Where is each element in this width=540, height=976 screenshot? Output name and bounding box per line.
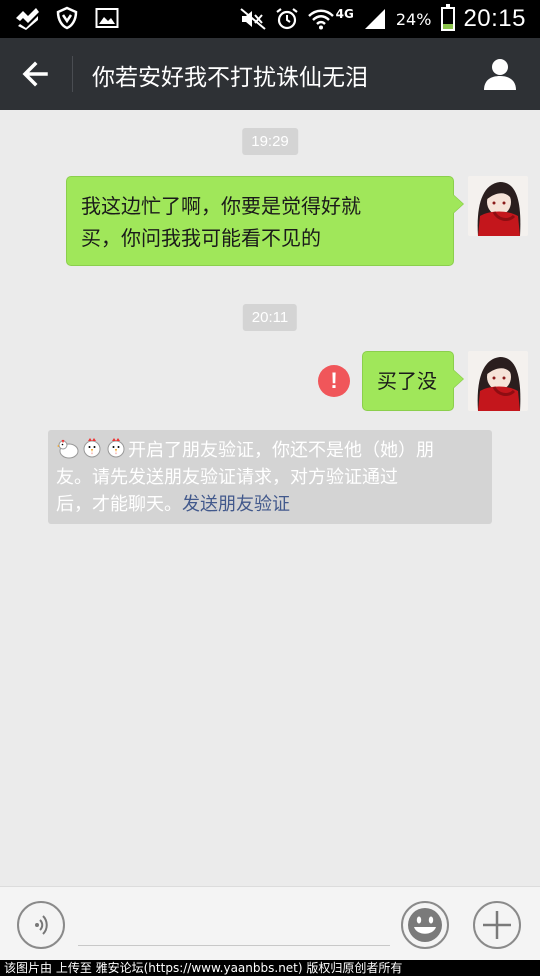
header-divider [72,56,73,92]
emoji-button[interactable] [401,901,449,949]
shield-icon [54,6,80,30]
notice-line: 后，才能聊天。发送朋友验证 [56,491,484,518]
mute-icon [240,7,266,31]
anime-avatar-icon [468,351,528,411]
anime-avatar-icon [468,176,528,236]
arrow-left-icon [22,61,48,87]
sent-message-bubble[interactable]: 买了没 [362,351,464,411]
chat-info-button[interactable] [482,56,518,92]
message-text-line: 买了没 [377,369,437,393]
chat-header: 你若安好我不打扰诛仙无泪 [0,38,540,110]
message-timestamp: 19:29 [242,128,298,155]
notice-line: 开启了朋友验证，你还不是他（她）朋 [56,436,484,464]
system-notice: 开启了朋友验证，你还不是他（她）朋 友。请先发送朋友验证请求，对方验证通过 后，… [48,430,492,524]
voice-input-button[interactable] [17,901,65,949]
notice-text: 后，才能聊天。 [56,494,182,515]
voice-icon [35,915,48,935]
person-icon [484,59,516,90]
status-bar-system: 4G 24% 20:15 [240,2,526,36]
image-icon [94,6,120,30]
avatar[interactable] [468,351,528,411]
battery-icon [441,4,456,31]
alarm-icon [274,7,300,31]
network-type: 4G [335,7,354,21]
more-actions-button[interactable] [473,901,521,949]
avatar[interactable] [468,176,528,236]
check-app-icon [14,6,40,30]
message-text-line: 我这边忙了啊，你要是觉得好就 [81,194,361,218]
watermark-text: 该图片由 上传至 雅安论坛(https://www.yaanbbs.net) 版… [0,960,540,976]
input-bar [0,886,540,960]
message-text-line: 买，你问我我可能看不见的 [81,226,321,250]
message-timestamp: 20:11 [242,304,298,331]
chicken-emoji-icon [56,436,80,460]
send-failed-icon[interactable]: ! [318,365,350,397]
battery-percent: 24% [395,9,432,29]
status-bar: 4G 24% 20:15 [0,0,540,38]
smiley-icon [408,908,442,942]
status-bar-notifications [14,6,120,30]
chat-title: 你若安好我不打扰诛仙无泪 [92,65,368,91]
rooster-emoji-icon [80,436,104,460]
wifi-icon [307,7,334,31]
status-clock: 20:15 [463,5,526,32]
plus-icon [483,911,511,939]
back-button[interactable] [18,56,54,92]
send-friend-verification-link[interactable]: 发送朋友验证 [182,494,290,515]
sent-message-bubble[interactable]: 我这边忙了啊，你要是觉得好就 买，你问我我可能看不见的 [66,176,464,266]
rooster-emoji-icon [104,436,128,460]
message-input-field[interactable] [78,945,390,946]
battery-level-fill [443,24,454,29]
notice-text: 开启了朋友验证，你还不是他（她）朋 [128,440,434,461]
signal-icon [362,7,388,31]
notice-line: 友。请先发送朋友验证请求，对方验证通过 [56,467,398,488]
